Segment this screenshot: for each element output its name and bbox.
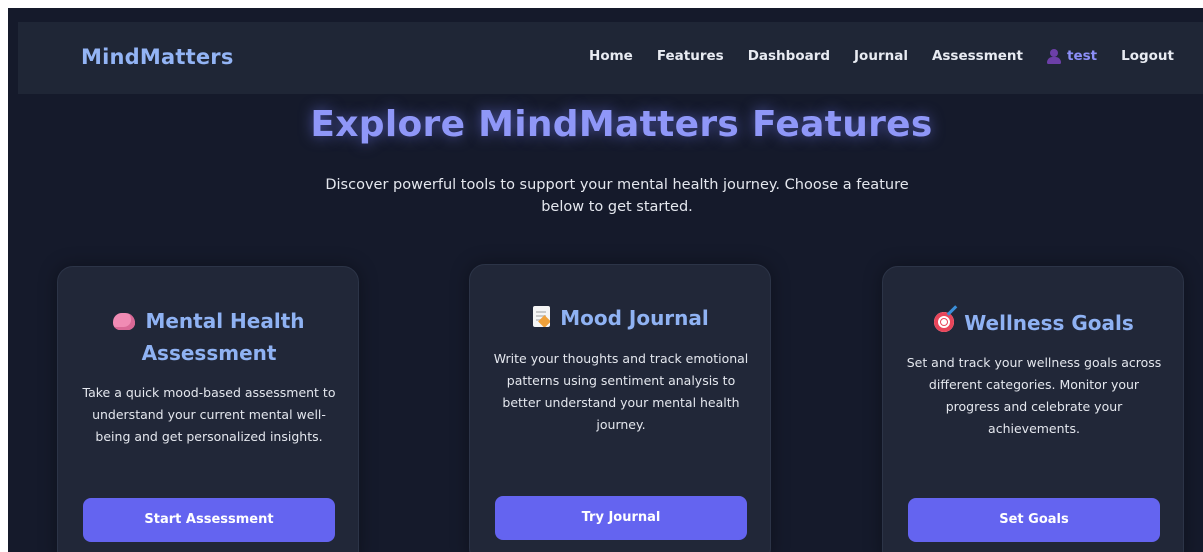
feature-card-assessment: Mental Health Assessment Take a quick mo… xyxy=(57,266,359,552)
navbar: MindMatters Home Features Dashboard Jour… xyxy=(18,22,1203,94)
nav-assessment-link[interactable]: Assessment xyxy=(932,48,1023,64)
set-goals-button[interactable]: Set Goals xyxy=(908,498,1160,542)
feature-card-goals: Wellness Goals Set and track your wellne… xyxy=(882,266,1184,552)
nav-links: Home Features Dashboard Journal Assessme… xyxy=(589,48,1174,64)
brain-icon xyxy=(113,313,136,330)
card-title: Wellness Goals xyxy=(893,307,1175,339)
card-description: Take a quick mood-based assessment to un… xyxy=(82,385,336,444)
nav-features-link[interactable]: Features xyxy=(657,48,724,64)
nav-logout-link[interactable]: Logout xyxy=(1121,48,1174,64)
feature-card-journal: Mood Journal Write your thoughts and tra… xyxy=(469,264,771,552)
card-description: Write your thoughts and track emotional … xyxy=(493,351,749,432)
card-description: Set and track your wellness goals across… xyxy=(906,355,1162,436)
page-subtitle: Discover powerful tools to support your … xyxy=(325,177,909,215)
nav-user[interactable]: test xyxy=(1047,48,1097,64)
brand-logo[interactable]: MindMatters xyxy=(81,45,234,69)
try-journal-button[interactable]: Try Journal xyxy=(495,496,747,540)
memo-icon xyxy=(533,306,551,327)
nav-dashboard-link[interactable]: Dashboard xyxy=(748,48,830,64)
nav-journal-link[interactable]: Journal xyxy=(854,48,908,64)
start-assessment-button[interactable]: Start Assessment xyxy=(83,498,335,542)
card-title-text: Mental Health Assessment xyxy=(141,309,305,365)
card-title: Mood Journal xyxy=(480,302,762,334)
nav-home-link[interactable]: Home xyxy=(589,48,633,64)
page-title: Explore MindMatters Features xyxy=(310,104,933,145)
user-icon xyxy=(1047,48,1061,64)
card-title: Mental Health Assessment xyxy=(68,305,350,369)
card-title-text: Wellness Goals xyxy=(964,311,1134,335)
target-icon xyxy=(934,312,955,332)
card-title-text: Mood Journal xyxy=(560,306,709,330)
app-window: MindMatters Home Features Dashboard Jour… xyxy=(8,8,1203,552)
nav-user-name: test xyxy=(1067,48,1098,64)
